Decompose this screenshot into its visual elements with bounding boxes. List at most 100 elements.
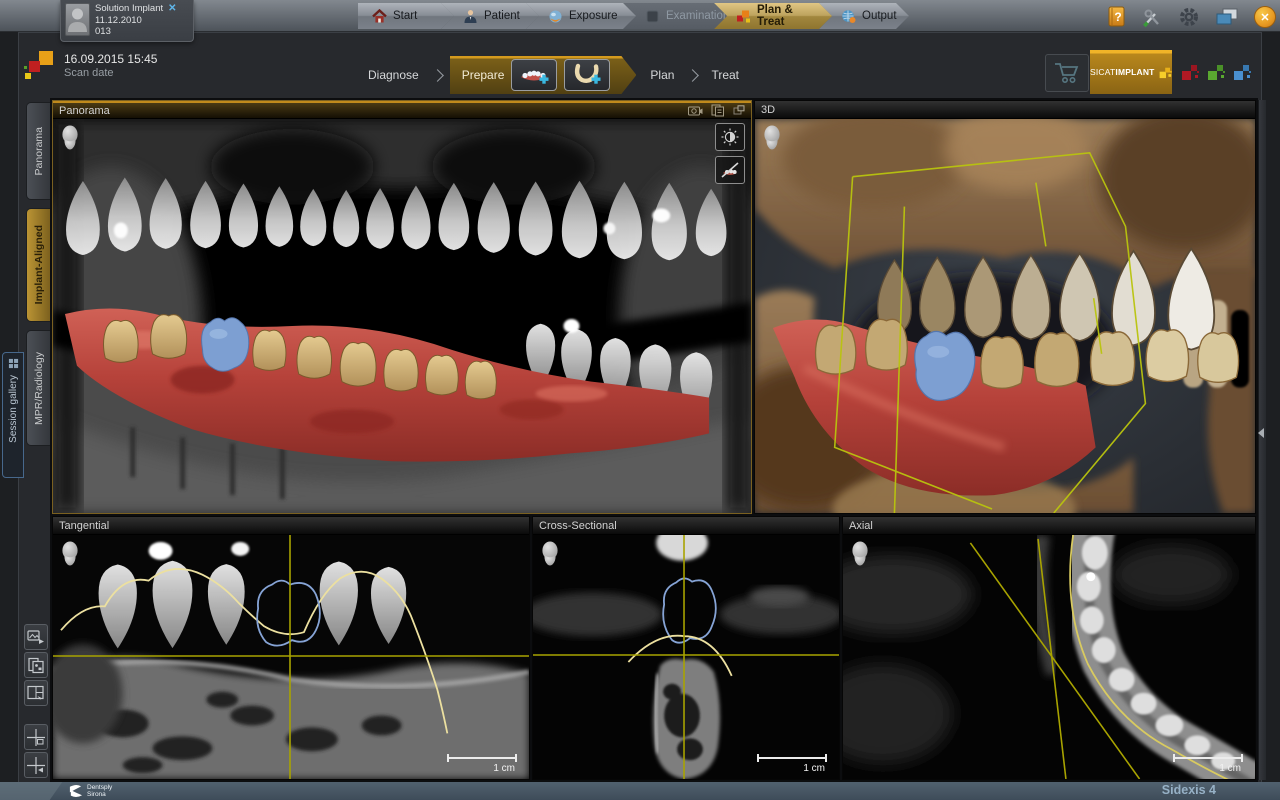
undock-icon[interactable] bbox=[733, 105, 745, 116]
cross-sectional-view-title: Cross-Sectional bbox=[539, 520, 617, 532]
scale-bar bbox=[447, 757, 517, 759]
step-prepare[interactable]: Prepare bbox=[450, 56, 637, 94]
scale-bar bbox=[757, 757, 827, 759]
screens-icon[interactable] bbox=[1215, 6, 1239, 28]
phase-tab-exposure[interactable]: Exposure bbox=[526, 3, 636, 29]
step-prepare-label: Prepare bbox=[462, 68, 505, 82]
phase-tab-output[interactable]: Output bbox=[819, 3, 909, 29]
tangential-view: Tangential bbox=[52, 516, 530, 780]
jump-crosshair-icon bbox=[27, 757, 45, 774]
settings-gear-icon[interactable] bbox=[1178, 6, 1200, 28]
examination-icon bbox=[645, 9, 660, 24]
phase-tab-patient[interactable]: Patient bbox=[441, 3, 539, 29]
jaw-plus-icon bbox=[571, 63, 603, 87]
tangential-image[interactable]: 1 cm bbox=[53, 535, 529, 779]
implants-blue-button[interactable] bbox=[1232, 62, 1252, 82]
patient-avatar bbox=[65, 3, 90, 36]
copy-view-icon bbox=[27, 657, 45, 674]
cross-sectional-view-header[interactable]: Cross-Sectional bbox=[533, 517, 839, 535]
phase-tab-plan-treat[interactable]: Plan & Treat bbox=[714, 3, 832, 29]
3d-view-header[interactable]: 3D bbox=[755, 101, 1255, 119]
panel-scrollbar[interactable] bbox=[1258, 100, 1266, 780]
export-image-button[interactable] bbox=[24, 624, 48, 650]
statusbar: Dentsply Sirona Sidexis 4 bbox=[0, 782, 1280, 800]
step-diagnose[interactable]: Diagnose bbox=[358, 68, 429, 82]
sidebar-tab-mpr-radiology[interactable]: MPR/Radiology bbox=[26, 330, 50, 446]
product-name: Sidexis 4 bbox=[1162, 783, 1216, 797]
head-orientation-icon[interactable] bbox=[540, 541, 560, 567]
panorama-view: Panorama bbox=[52, 100, 752, 514]
axial-view-title: Axial bbox=[849, 520, 873, 532]
3d-image[interactable] bbox=[755, 119, 1255, 513]
sicat-product-label: IMPLANT bbox=[1115, 67, 1154, 77]
axial-view: Axial bbox=[842, 516, 1256, 780]
snapshot-icon[interactable] bbox=[688, 105, 703, 117]
step-plan[interactable]: Plan bbox=[640, 68, 684, 82]
center-crosshair-icon bbox=[27, 729, 45, 746]
svg-text:?: ? bbox=[1114, 10, 1121, 24]
scan-info: 16.09.2015 15:45 Scan date bbox=[64, 52, 157, 79]
dentsply-sirona-logo: Dentsply Sirona bbox=[68, 784, 112, 798]
add-optical-scan-button[interactable] bbox=[511, 59, 557, 91]
scale-label: 1 cm bbox=[803, 763, 825, 774]
copy-view-button[interactable] bbox=[24, 652, 48, 678]
patient-name: Solution Implant bbox=[95, 3, 163, 15]
collapse-panel-arrow-icon[interactable] bbox=[1258, 428, 1264, 438]
chevron-separator-icon bbox=[687, 69, 700, 82]
implants-green-button[interactable] bbox=[1206, 62, 1226, 82]
sidebar-tab-implant-aligned[interactable]: Implant-Aligned bbox=[26, 208, 50, 322]
layout-grid-button[interactable] bbox=[24, 680, 48, 706]
scale-label: 1 cm bbox=[1219, 763, 1241, 774]
tools-icon[interactable] bbox=[1141, 6, 1163, 28]
exposure-icon bbox=[548, 9, 563, 24]
head-orientation-icon[interactable] bbox=[60, 125, 80, 151]
brand-line2: Sirona bbox=[87, 791, 112, 798]
patient-card[interactable]: Solution Implant ✕ 11.12.2010 013 bbox=[60, 0, 194, 42]
3d-view-title: 3D bbox=[761, 104, 775, 116]
layout-grid-icon bbox=[27, 685, 45, 701]
patient-icon bbox=[463, 9, 478, 24]
statusbar-wedge bbox=[0, 782, 62, 800]
sidebar-tab-panorama[interactable]: Panorama bbox=[26, 102, 50, 200]
brightness-contrast-button[interactable] bbox=[715, 123, 745, 151]
head-orientation-icon[interactable] bbox=[60, 541, 80, 567]
step-treat[interactable]: Treat bbox=[701, 68, 749, 82]
jump-crosshair-button[interactable] bbox=[24, 752, 48, 778]
window-icons: ? ✕ bbox=[1108, 4, 1276, 30]
export-image-icon bbox=[27, 629, 45, 645]
axial-view-header[interactable]: Axial bbox=[843, 517, 1255, 535]
panorama-view-header[interactable]: Panorama bbox=[53, 101, 751, 119]
phase-tab-start[interactable]: Start bbox=[358, 3, 454, 29]
teeth-plus-icon bbox=[518, 63, 550, 87]
3d-view: 3D bbox=[754, 100, 1256, 514]
hide-objects-button[interactable] bbox=[715, 156, 745, 184]
squares-yellow-icon bbox=[1158, 64, 1172, 81]
copy-content-icon[interactable] bbox=[711, 104, 725, 117]
head-orientation-icon[interactable] bbox=[762, 125, 782, 151]
cart-icon bbox=[1053, 60, 1081, 86]
close-patient-icon[interactable]: ✕ bbox=[168, 3, 176, 15]
head-orientation-icon[interactable] bbox=[850, 541, 870, 567]
add-jaw-button[interactable] bbox=[564, 59, 610, 91]
axial-image[interactable]: 1 cm bbox=[843, 535, 1255, 779]
session-gallery-tab[interactable]: Session gallery bbox=[2, 352, 24, 478]
hide-objects-icon bbox=[720, 161, 740, 179]
session-gallery-icon bbox=[8, 358, 19, 369]
patient-id: 013 bbox=[95, 26, 177, 38]
cross-sectional-view: Cross-Sectional 1 cm bbox=[532, 516, 840, 780]
home-icon bbox=[372, 9, 387, 24]
output-icon bbox=[841, 9, 856, 24]
sicat-implant-button[interactable]: SICATIMPLANT bbox=[1090, 50, 1172, 94]
panorama-image[interactable] bbox=[53, 119, 751, 513]
help-icon[interactable]: ? bbox=[1108, 6, 1126, 28]
phase-tab-examination[interactable]: Examination bbox=[623, 3, 727, 29]
close-icon[interactable]: ✕ bbox=[1254, 6, 1276, 28]
scale-label: 1 cm bbox=[493, 763, 515, 774]
tangential-view-title: Tangential bbox=[59, 520, 109, 532]
tangential-view-header[interactable]: Tangential bbox=[53, 517, 529, 535]
center-crosshair-button[interactable] bbox=[24, 724, 48, 750]
cross-sectional-image[interactable]: 1 cm bbox=[533, 535, 839, 779]
implants-red-button[interactable] bbox=[1180, 62, 1200, 82]
shop-cart-button[interactable] bbox=[1045, 54, 1089, 92]
scale-bar bbox=[1173, 757, 1243, 759]
